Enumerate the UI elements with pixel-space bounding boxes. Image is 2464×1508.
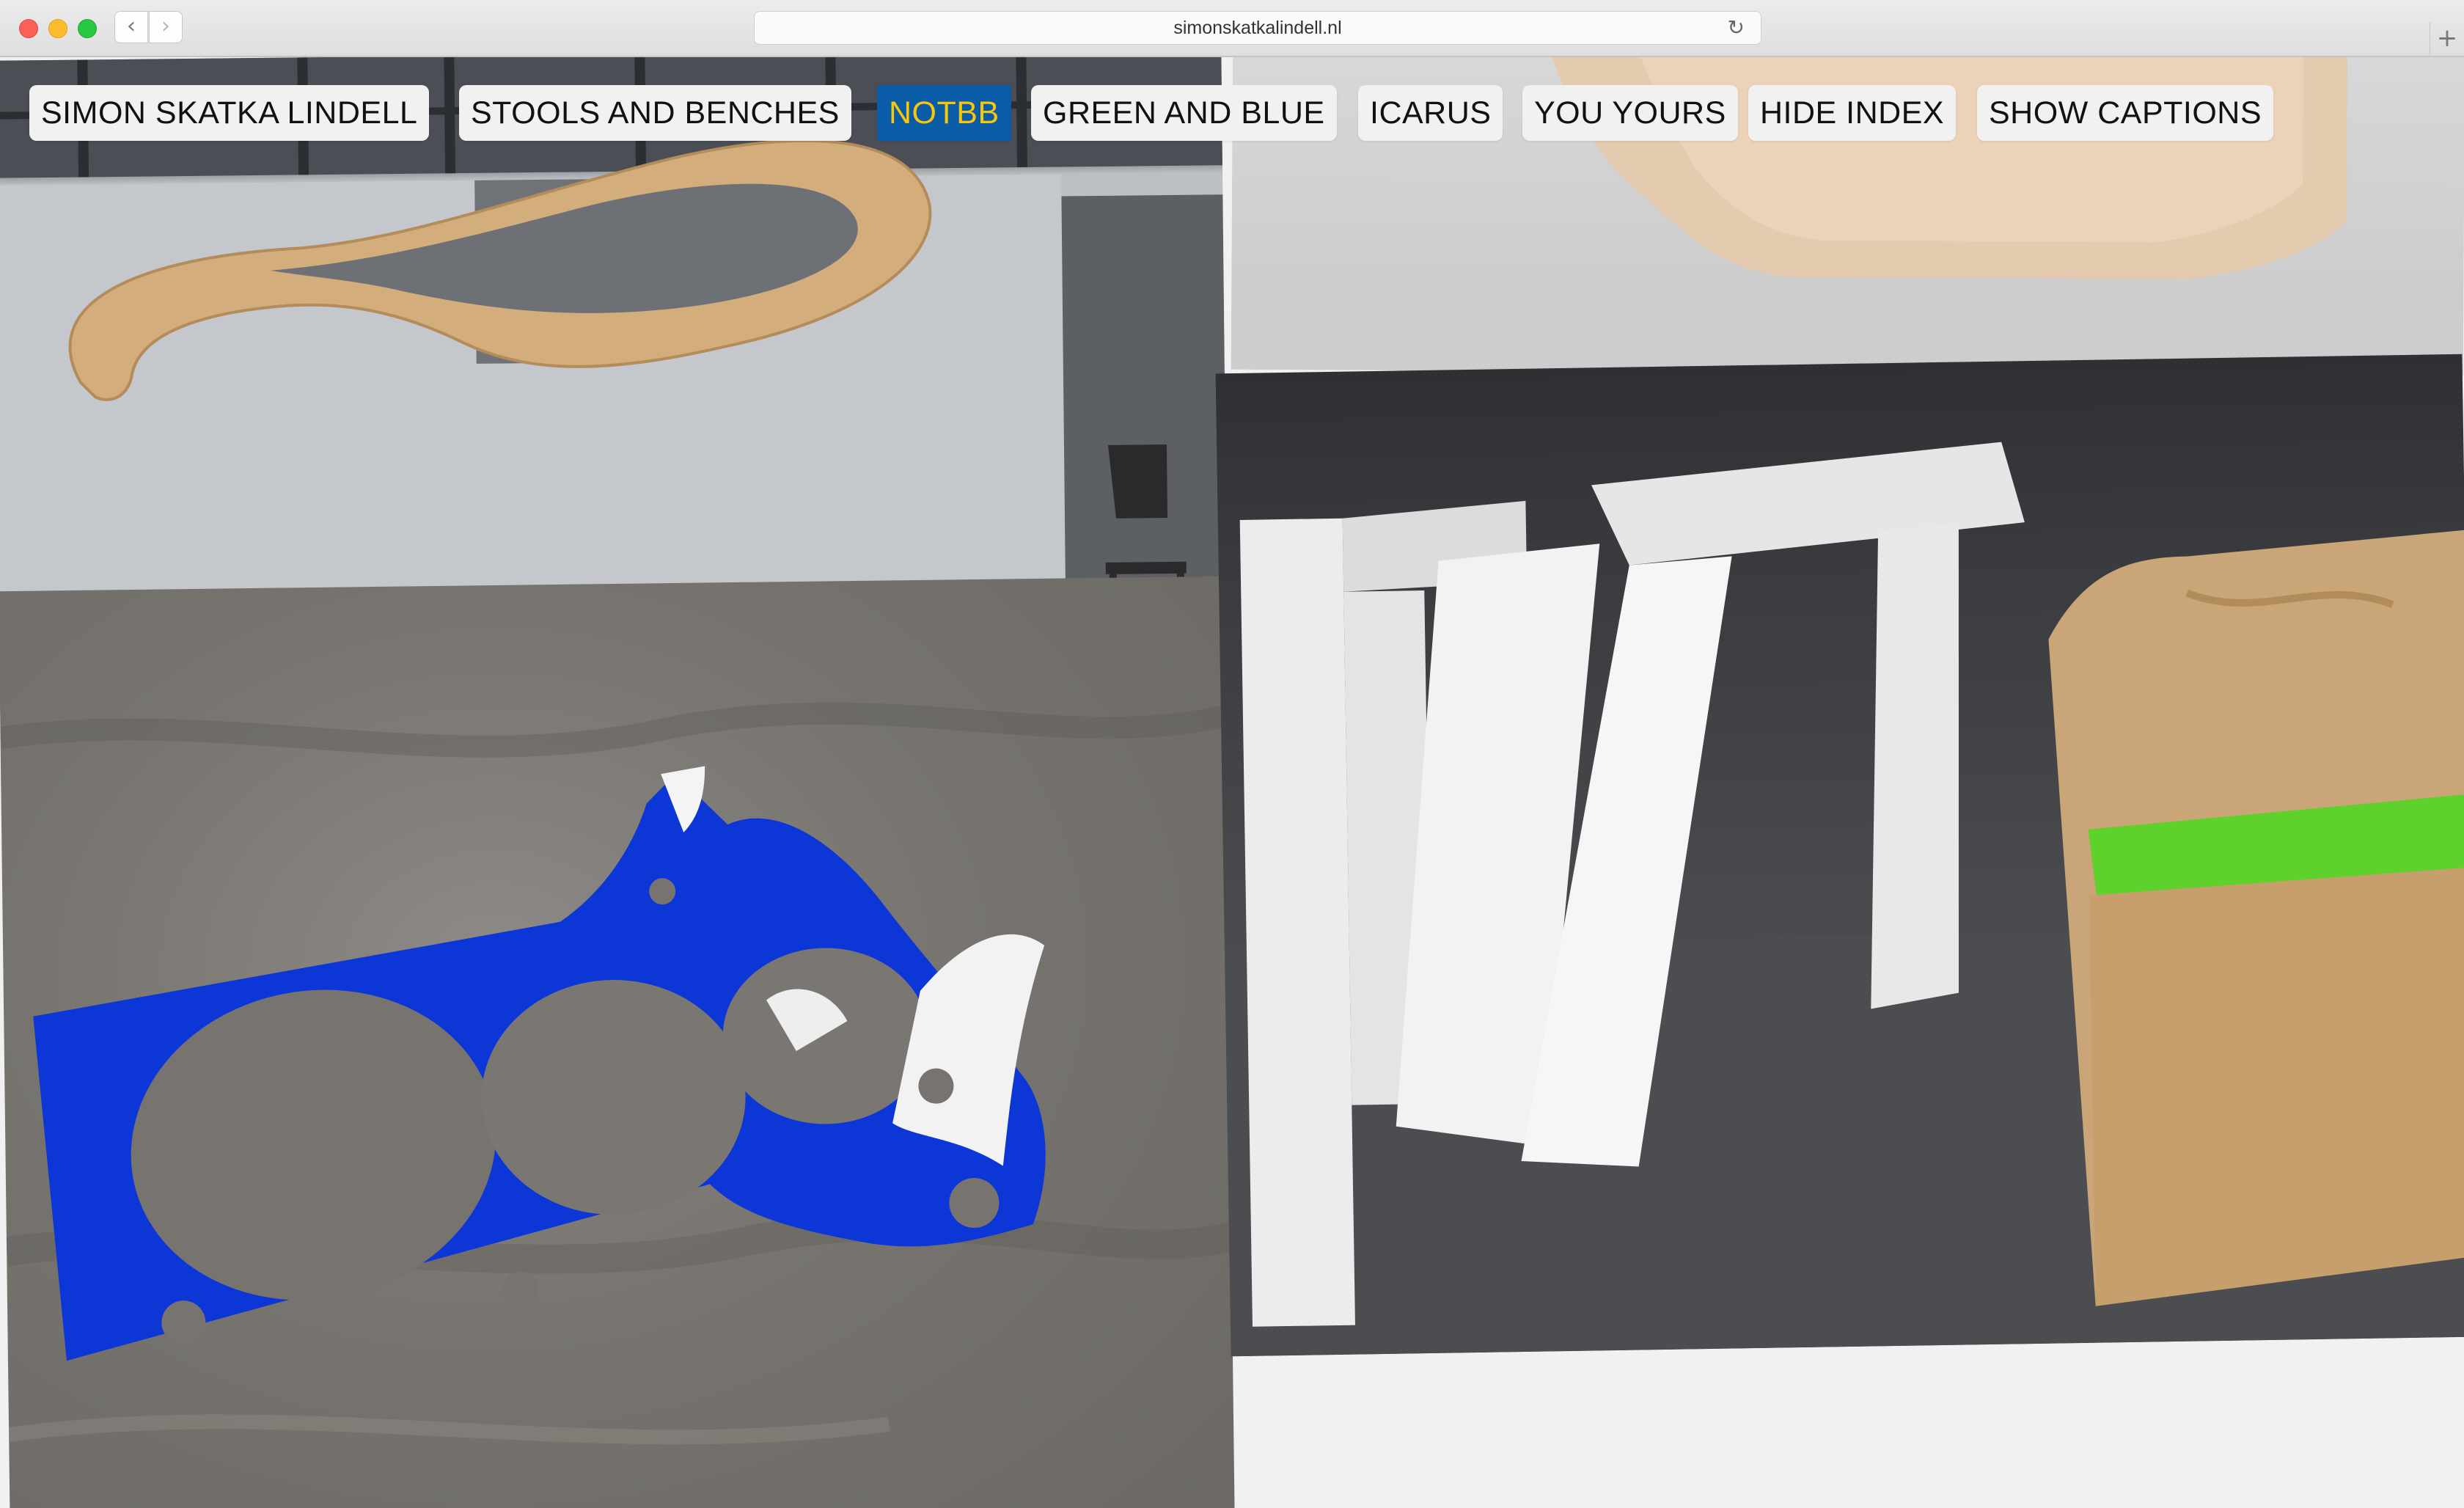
forward-icon: ›: [161, 13, 170, 39]
browser-window: ‹ › simonskatkalindell.nl ↻ + SIMON SKAT…: [0, 0, 2464, 1508]
close-window-icon[interactable]: [19, 19, 38, 38]
nav-item-simon-skatka-lindell[interactable]: SIMON SKATKA LINDELL: [29, 85, 430, 141]
page-content: [0, 57, 2464, 1508]
address-bar[interactable]: simonskatkalindell.nl ↻: [754, 11, 1761, 45]
hide-index-button[interactable]: HIDE INDEX: [1748, 85, 1957, 141]
url-text: simonskatkalindell.nl: [1173, 18, 1342, 38]
nav-item-notbb[interactable]: NOTBB: [877, 85, 1011, 141]
photo-styrofoam-bench-art: [1224, 442, 2464, 1357]
photo-blue-cutouts[interactable]: [0, 576, 1235, 1508]
forward-button[interactable]: ›: [149, 11, 183, 43]
back-button[interactable]: ‹: [114, 11, 148, 43]
minimize-window-icon[interactable]: [48, 19, 67, 38]
zoom-window-icon[interactable]: [78, 19, 97, 38]
new-tab-icon[interactable]: +: [2430, 22, 2464, 56]
nav-item-green-and-blue[interactable]: GREEN AND BLUE: [1031, 85, 1337, 141]
browser-toolbar: ‹ › simonskatkalindell.nl ↻ +: [0, 0, 2464, 57]
back-icon: ‹: [127, 13, 136, 39]
show-captions-button[interactable]: SHOW CAPTIONS: [1977, 85, 2274, 141]
nav-item-icarus[interactable]: ICARUS: [1358, 85, 1503, 141]
nav-item-stools-and-benches[interactable]: STOOLS AND BENCHES: [459, 85, 851, 141]
photo-blue-cutouts-art: [0, 702, 1235, 1445]
nav-item-you-yours[interactable]: YOU YOURS: [1522, 85, 1738, 141]
photo-styrofoam-bench[interactable]: [1215, 354, 2464, 1357]
reload-icon[interactable]: ↻: [1728, 12, 1745, 44]
